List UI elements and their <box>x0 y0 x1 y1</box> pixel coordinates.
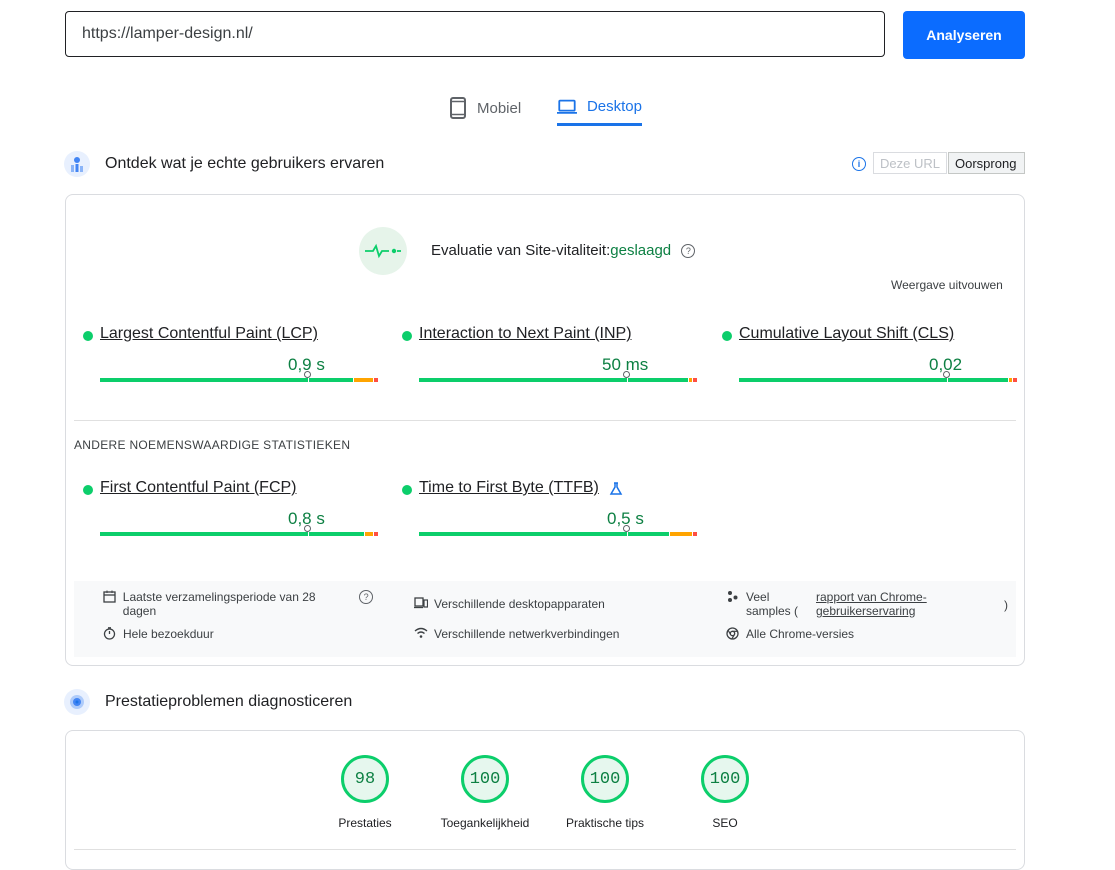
phone-icon <box>450 97 466 119</box>
crux-report-link[interactable]: rapport van Chrome-gebruikerservaring <box>816 590 946 618</box>
bar-segment-needs-improvement <box>670 532 692 536</box>
score-value: 100 <box>709 769 741 789</box>
divider <box>74 849 1016 850</box>
status-good-dot <box>83 331 93 341</box>
tab-desktop[interactable]: Desktop <box>557 90 642 126</box>
metric-ttfb: Time to First Byte (TTFB) 0,5 s <box>402 479 702 549</box>
network-info: Verschillende netwerkverbindingen <box>414 627 619 642</box>
users-icon <box>64 151 90 177</box>
experimental-flask-icon <box>609 482 623 495</box>
score-label-accessibility: Toegankelijkheid <box>440 816 530 830</box>
score-value: 98 <box>354 769 376 789</box>
bar-segment-needs-improvement <box>689 378 692 382</box>
score-value: 100 <box>589 769 621 789</box>
devices-icon <box>414 597 429 612</box>
p75-marker <box>304 525 311 532</box>
devices-info: Verschillende desktopapparaten <box>414 597 605 612</box>
url-input[interactable] <box>65 11 885 57</box>
analyze-button[interactable]: Analyseren <box>903 11 1025 59</box>
assessment-result: geslaagd <box>610 242 672 259</box>
metric-inp: Interaction to Next Paint (INP) 50 ms <box>402 325 702 395</box>
crux-section-title: Ontdek wat je echte gebruikers ervaren <box>105 155 385 172</box>
p75-marker <box>623 371 630 378</box>
chrome-icon <box>726 627 740 643</box>
metric-fcp-label[interactable]: First Contentful Paint (FCP) <box>100 479 297 497</box>
divider <box>74 420 1016 421</box>
duration-info: Hele bezoekduur <box>103 627 214 643</box>
score-gauge-best-practices[interactable]: 100 <box>581 755 629 803</box>
calendar-icon <box>103 590 117 606</box>
metric-cls: Cumulative Layout Shift (CLS) 0,02 <box>722 325 1022 395</box>
bar-segment-good <box>100 378 353 382</box>
samples-icon <box>726 590 740 606</box>
tab-mobile-label: Mobiel <box>477 99 522 117</box>
bar-segment-poor <box>374 532 378 536</box>
metric-fcp: First Contentful Paint (FCP) 0,8 s <box>83 479 383 549</box>
assessment-label: Evaluatie van Site-vitaliteit: <box>431 242 611 259</box>
metric-lcp: Largest Contentful Paint (LCP) 0,9 s <box>83 325 383 395</box>
toggle-this-url[interactable]: Deze URL <box>873 152 947 174</box>
score-gauge-seo[interactable]: 100 <box>701 755 749 803</box>
bar-segment-needs-improvement <box>365 532 373 536</box>
p75-marker <box>623 525 630 532</box>
expand-view-link[interactable]: Weergave uitvouwen <box>891 278 1003 292</box>
metric-cls-label[interactable]: Cumulative Layout Shift (CLS) <box>739 325 954 343</box>
status-good-dot <box>402 485 412 495</box>
lighthouse-section-title: Prestatieproblemen diagnosticeren <box>105 693 353 710</box>
metric-inp-label[interactable]: Interaction to Next Paint (INP) <box>419 325 632 343</box>
metric-fcp-distribution-bar <box>100 525 378 539</box>
metric-inp-distribution-bar <box>419 371 697 385</box>
devices-text: Verschillende desktopapparaten <box>434 597 605 611</box>
lighthouse-icon <box>64 689 90 715</box>
bar-segment-poor <box>693 532 697 536</box>
bar-segment-needs-improvement <box>1009 378 1012 382</box>
wifi-icon <box>414 627 428 642</box>
metric-ttfb-distribution-bar <box>419 525 697 539</box>
samples-prefix: Veel samples ( <box>746 590 799 618</box>
duration-text: Hele bezoekduur <box>123 627 214 641</box>
chrome-versions-info: Alle Chrome-versies <box>726 627 854 643</box>
network-text: Verschillende netwerkverbindingen <box>434 627 620 641</box>
tab-mobile[interactable]: Mobiel <box>449 90 521 126</box>
other-metrics-heading: ANDERE NOEMENSWAARDIGE STATISTIEKEN <box>74 438 351 452</box>
metric-lcp-distribution-bar <box>100 371 378 385</box>
p75-marker <box>304 371 311 378</box>
score-gauge-accessibility[interactable]: 100 <box>461 755 509 803</box>
bar-segment-poor <box>374 378 378 382</box>
metric-ttfb-label[interactable]: Time to First Byte (TTFB) <box>419 479 599 497</box>
p75-marker <box>943 371 950 378</box>
status-good-dot <box>722 331 732 341</box>
bar-segment-good <box>419 532 669 536</box>
status-good-dot <box>83 485 93 495</box>
laptop-icon <box>557 99 577 114</box>
timer-icon <box>103 627 117 643</box>
samples-suffix: ) <box>1004 598 1008 612</box>
bar-segment-poor <box>693 378 697 382</box>
metric-lcp-label[interactable]: Largest Contentful Paint (LCP) <box>100 325 318 343</box>
help-icon[interactable]: ? <box>359 590 373 604</box>
chrome-versions-text: Alle Chrome-versies <box>746 627 855 641</box>
collection-period-info: Laatste verzamelingsperiode van 28 dagen… <box>103 590 373 618</box>
metric-cls-distribution-bar <box>739 371 1017 385</box>
toggle-origin[interactable]: Oorsprong <box>948 152 1025 174</box>
score-gauge-performance[interactable]: 98 <box>341 755 389 803</box>
score-label-best-practices: Praktische tips <box>565 816 645 830</box>
help-icon[interactable]: ? <box>681 244 696 259</box>
info-icon[interactable]: i <box>852 157 866 171</box>
score-label-seo: SEO <box>712 816 738 830</box>
collection-period-text: Laatste verzamelingsperiode van 28 dagen <box>122 590 316 618</box>
bar-segment-poor <box>1013 378 1017 382</box>
status-good-dot <box>402 331 412 341</box>
bar-segment-good <box>100 532 364 536</box>
score-label-performance: Prestaties <box>338 816 392 830</box>
bar-segment-needs-improvement <box>354 378 373 382</box>
score-value: 100 <box>469 769 501 789</box>
samples-info: Veel samples ( rapport van Chrome-gebrui… <box>726 590 1011 618</box>
bar-segment-good <box>739 378 1008 382</box>
tab-desktop-label: Desktop <box>586 98 642 115</box>
cwv-assessment: Evaluatie van Site-vitaliteit:geslaagd ? <box>431 242 696 259</box>
bar-segment-good <box>419 378 688 382</box>
vitals-pulse-icon <box>359 227 407 275</box>
